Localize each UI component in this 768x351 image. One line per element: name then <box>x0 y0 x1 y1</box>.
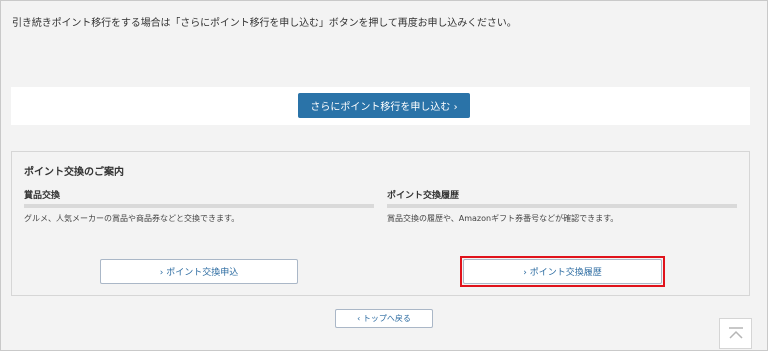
point-exchange-apply-button[interactable]: › ポイント交換申込 <box>100 259 298 284</box>
points-guide-title: ポイント交換のご案内 <box>24 167 124 178</box>
exchange-history-description: 賞品交換の履歴や、Amazonギフト券番号などが確認できます。 <box>387 214 619 223</box>
continue-notice: 引き続きポイント移行をする場合は「さらにポイント移行を申し込む」ボタンを押して再… <box>12 18 517 29</box>
apply-more-points-button[interactable]: さらにポイント移行を申し込む › <box>298 93 470 118</box>
arrow-up-bar-icon <box>728 326 743 339</box>
prize-exchange-divider <box>24 204 374 208</box>
back-to-top-link[interactable]: ‹ トップへ戻る <box>335 309 433 328</box>
exchange-history-divider <box>387 204 737 208</box>
prize-exchange-description: グルメ、人気メーカーの賞品や商品券などと交換できます。 <box>24 214 240 223</box>
prize-exchange-heading: 賞品交換 <box>24 191 61 201</box>
page-top-button[interactable] <box>719 318 752 349</box>
highlight-box <box>460 256 665 287</box>
exchange-history-heading: ポイント交換履歴 <box>387 191 460 201</box>
